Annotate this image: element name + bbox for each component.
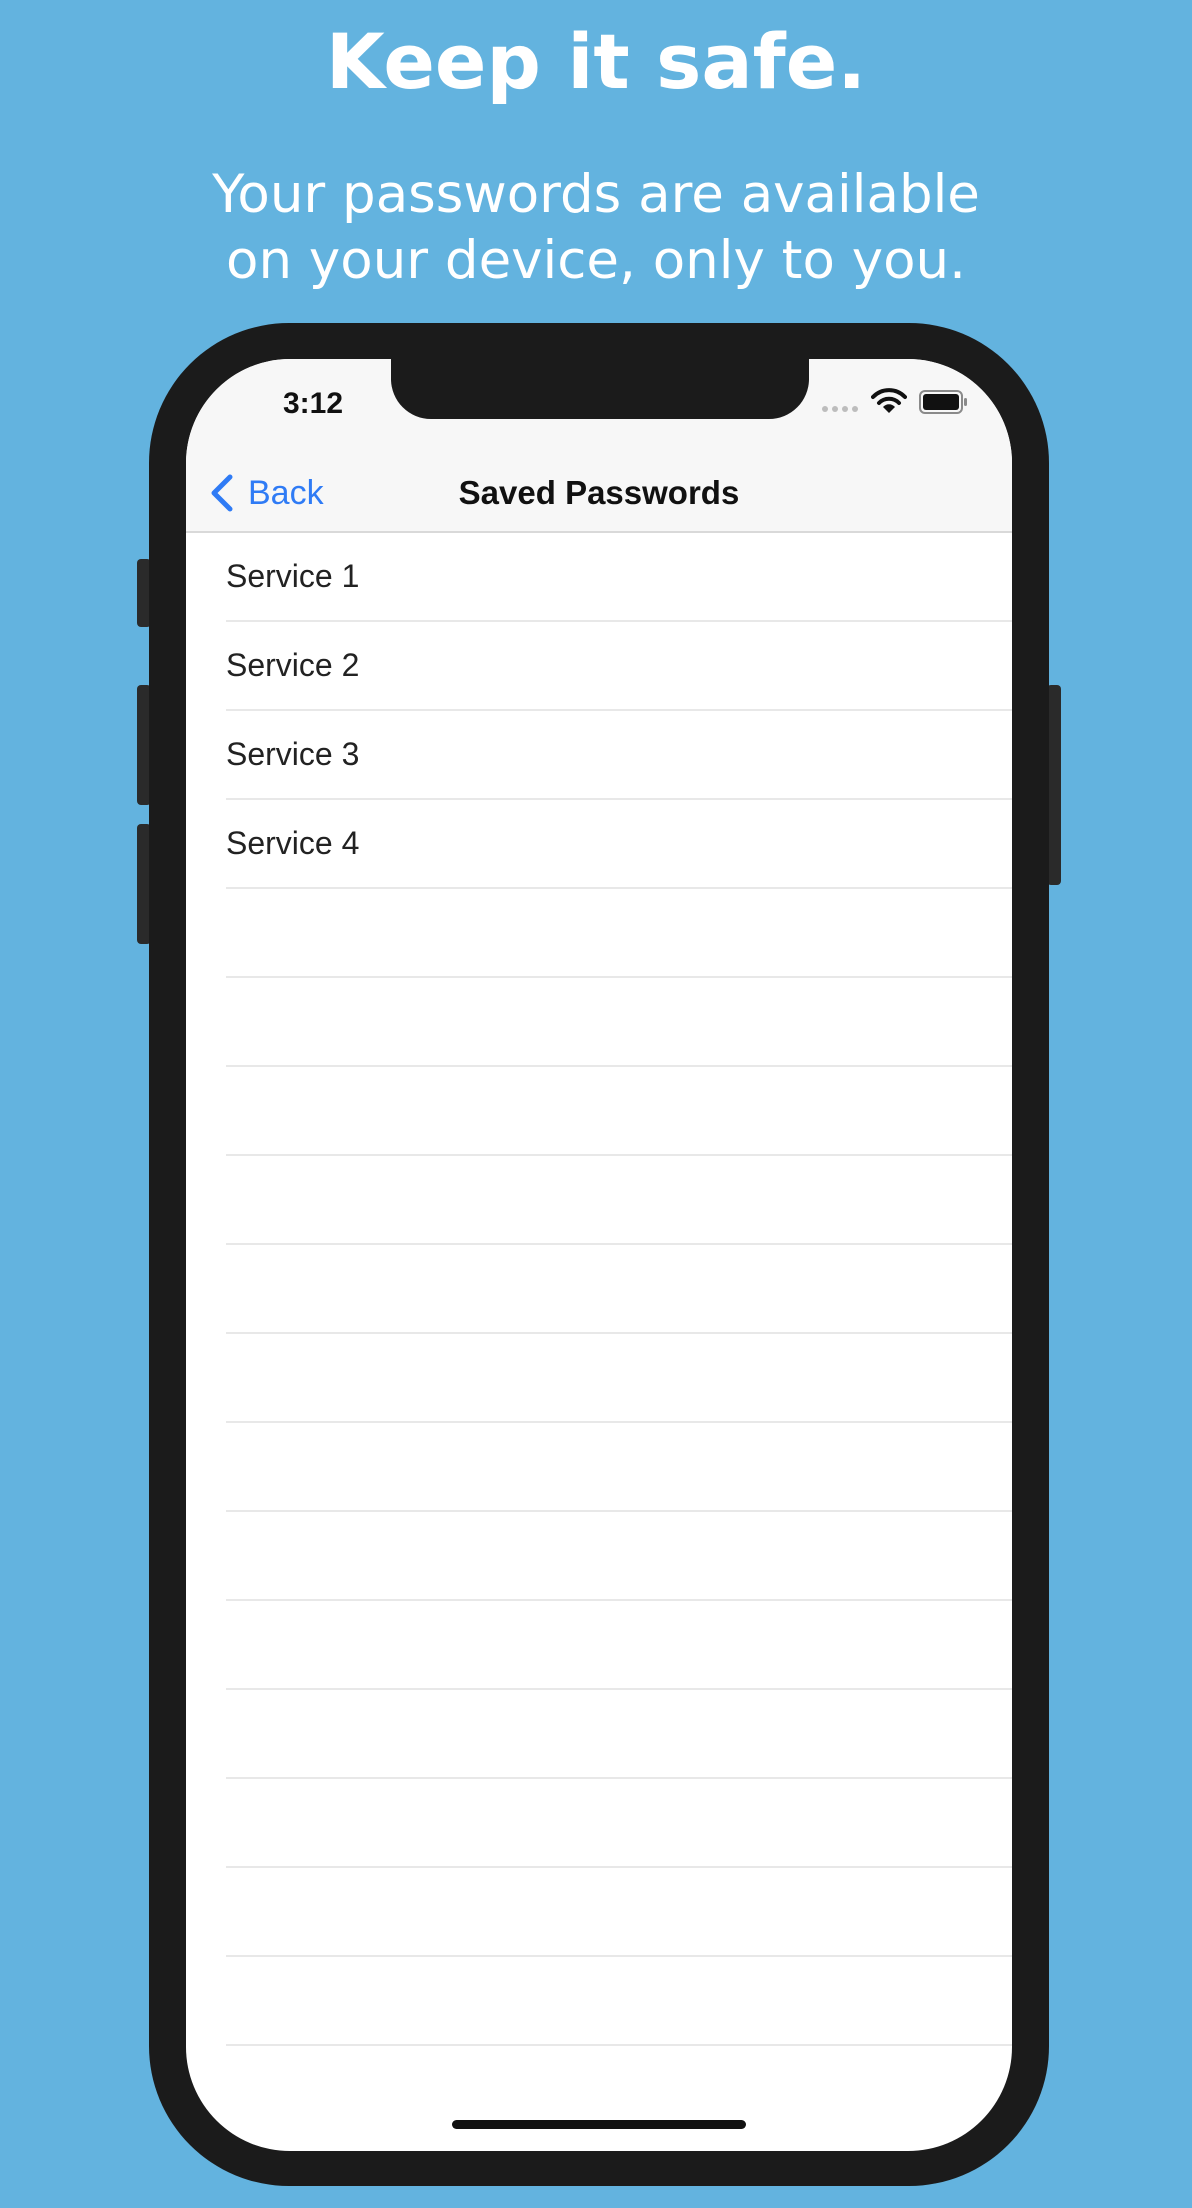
promo-headline: Keep it safe.	[325, 17, 867, 106]
empty-list-row	[226, 1601, 1012, 1690]
list-item-label: Service 2	[226, 647, 360, 683]
list-item[interactable]: Service 1	[226, 533, 1012, 622]
status-time: 3:12	[282, 387, 344, 420]
empty-list-row	[226, 1779, 1012, 1868]
device-frame: 3:12 Back Saved Passwords Service 1 Serv…	[149, 323, 1049, 2186]
empty-list-row	[226, 1957, 1012, 2046]
empty-list-row	[226, 1690, 1012, 1779]
empty-list-row	[226, 1512, 1012, 1601]
navigation-bar: Back Saved Passwords	[186, 455, 1012, 533]
empty-list-row	[226, 1156, 1012, 1245]
promo-subline-line-1: Your passwords are available	[212, 164, 980, 225]
back-button[interactable]: Back	[208, 471, 324, 515]
list-item[interactable]: Service 4	[226, 800, 1012, 889]
device-screen: 3:12 Back Saved Passwords Service 1 Serv…	[186, 359, 1012, 2151]
empty-list-row	[226, 978, 1012, 1067]
chevron-left-icon	[211, 474, 233, 512]
list-item-label: Service 3	[226, 736, 360, 772]
promo-subline-line-2: on your device, only to you.	[226, 230, 966, 291]
saved-passwords-list: Service 1 Service 2 Service 3 Service 4	[186, 533, 1012, 2046]
empty-list-row	[226, 889, 1012, 978]
list-item-label: Service 4	[226, 825, 360, 861]
device-notch	[391, 359, 809, 419]
home-indicator[interactable]	[452, 2120, 746, 2129]
wifi-icon	[871, 388, 907, 413]
back-button-label: Back	[248, 473, 324, 512]
empty-list-row	[226, 1334, 1012, 1423]
list-item[interactable]: Service 2	[226, 622, 1012, 711]
cellular-signal-icon	[822, 406, 860, 412]
empty-list-row	[226, 1868, 1012, 1957]
battery-icon	[919, 390, 967, 414]
empty-list-row	[226, 1423, 1012, 1512]
promo-subline: Your passwords are available on your dev…	[0, 162, 1192, 294]
empty-list-row	[226, 1245, 1012, 1334]
device-power-button	[1047, 685, 1061, 885]
list-item[interactable]: Service 3	[226, 711, 1012, 800]
status-bar: 3:12	[186, 359, 1012, 455]
list-item-label: Service 1	[226, 558, 360, 594]
empty-list-row	[226, 1067, 1012, 1156]
